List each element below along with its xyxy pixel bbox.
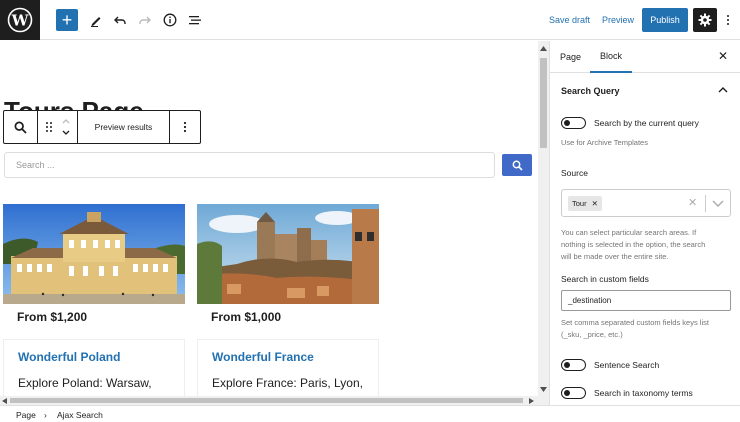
block-breadcrumb: Page › Ajax Search: [0, 405, 740, 422]
chevron-down-icon[interactable]: [712, 198, 724, 208]
close-icon[interactable]: ✕: [716, 49, 730, 63]
custom-fields-label: Search in custom fields: [561, 274, 649, 284]
block-toolbar: Preview results: [3, 110, 201, 144]
select-separator: [705, 195, 706, 212]
source-label: Source: [561, 168, 588, 178]
france-castle-image[interactable]: [197, 204, 379, 304]
add-block-button[interactable]: +: [56, 9, 78, 31]
source-chip: Tour ✕: [568, 196, 602, 211]
editor-top-bar: W + Save draft Preview Publish: [0, 0, 740, 40]
chip-remove-icon[interactable]: ✕: [592, 199, 598, 208]
redo-icon[interactable]: [134, 8, 156, 32]
tab-block[interactable]: Block: [590, 41, 633, 73]
breadcrumb-separator: ›: [44, 410, 47, 420]
more-options-icon[interactable]: [722, 8, 734, 32]
sentence-search-label: Sentence Search: [594, 360, 660, 370]
clear-selection-icon[interactable]: ✕: [688, 196, 697, 209]
save-draft-button[interactable]: Save draft: [549, 8, 590, 32]
list-view-icon[interactable]: [184, 8, 206, 32]
search-icon: [512, 160, 523, 171]
search-submit-button[interactable]: [502, 154, 532, 176]
poland-palace-image[interactable]: [3, 204, 185, 304]
taxonomy-search-label: Search in taxonomy terms: [594, 388, 693, 398]
current-query-help: Use for Archive Templates: [561, 138, 648, 147]
block-options-icon[interactable]: [170, 111, 200, 143]
preview-results-button[interactable]: Preview results: [78, 111, 170, 143]
vertical-scroll-thumb[interactable]: [540, 58, 547, 148]
settings-gear-icon[interactable]: [693, 8, 717, 32]
canvas-horizontal-scrollbar[interactable]: [0, 396, 538, 405]
settings-sidebar: Page Block ✕ Search Query Search by the …: [549, 41, 740, 405]
custom-fields-help-line-2: (_sku, _price, etc.): [561, 330, 623, 339]
sidebar-tabs: Page Block ✕: [550, 41, 740, 73]
source-help-line-2: nothing is selected in the option, the s…: [561, 240, 706, 249]
wordpress-logo-icon[interactable]: W: [0, 0, 40, 40]
source-chip-label: Tour: [572, 199, 587, 208]
tour-price: From $1,000: [211, 310, 282, 324]
search-block-icon[interactable]: [4, 111, 38, 143]
tour-title-link[interactable]: Wonderful France: [212, 350, 314, 364]
source-help-line-3: will be made over the entire site.: [561, 252, 669, 261]
undo-icon[interactable]: [109, 8, 131, 32]
editor-canvas: Tours Page Preview results Search ... Fr…: [0, 41, 538, 405]
breadcrumb-ajax-search[interactable]: Ajax Search: [57, 410, 103, 420]
block-mover: [38, 111, 78, 143]
move-up-down-icon[interactable]: [61, 116, 71, 138]
panel-title[interactable]: Search Query: [561, 86, 620, 96]
publish-button[interactable]: Publish: [642, 8, 688, 32]
tour-description: Explore France: Paris, Lyon,: [212, 376, 363, 390]
custom-fields-help-line-1: Set comma separated custom fields keys l…: [561, 318, 709, 327]
tour-title-link[interactable]: Wonderful Poland: [18, 350, 120, 364]
tour-card: From $1,000 Wonderful France Explore Fra…: [197, 204, 379, 405]
sentence-search-toggle[interactable]: [561, 359, 586, 371]
source-help-line-1: You can select particular search areas. …: [561, 228, 697, 237]
chevron-up-icon[interactable]: [718, 85, 728, 95]
search-input[interactable]: Search ...: [4, 152, 495, 178]
horizontal-scroll-thumb[interactable]: [10, 398, 523, 403]
tour-description: Explore Poland: Warsaw,: [18, 376, 152, 390]
current-query-toggle[interactable]: [561, 117, 586, 129]
svg-text:W: W: [11, 12, 30, 30]
current-query-label: Search by the current query: [594, 118, 699, 128]
breadcrumb-page[interactable]: Page: [16, 410, 36, 420]
canvas-vertical-scrollbar[interactable]: [538, 41, 549, 405]
custom-fields-input[interactable]: _destination: [561, 290, 731, 311]
info-icon[interactable]: [159, 8, 181, 32]
preview-button[interactable]: Preview: [602, 8, 634, 32]
tour-card: From $1,200 Wonderful Poland Explore Pol…: [3, 204, 185, 405]
drag-handle-icon[interactable]: [45, 121, 53, 133]
source-select[interactable]: Tour ✕ ✕: [561, 189, 731, 217]
taxonomy-search-toggle[interactable]: [561, 387, 586, 399]
tab-page[interactable]: Page: [560, 41, 581, 73]
tour-price: From $1,200: [17, 310, 88, 324]
edit-pencil-icon[interactable]: [85, 8, 107, 32]
